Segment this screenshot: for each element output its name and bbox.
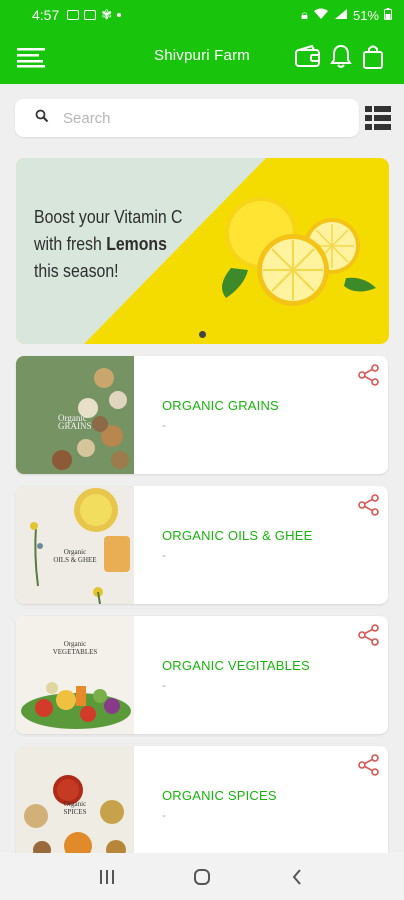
banner-text: Boost your Vitamin C with fresh Lemons t… <box>34 204 201 285</box>
gallery-icon <box>67 10 80 20</box>
category-subtitle: - <box>162 548 166 562</box>
shopping-bag-icon[interactable] <box>357 42 389 72</box>
home-icon[interactable] <box>187 862 217 892</box>
banner-line-2-prefix: with fresh <box>34 234 107 254</box>
bell-icon[interactable] <box>325 42 357 72</box>
spices-thumb-title: Organic <box>63 800 87 808</box>
search-icon <box>35 109 49 128</box>
share-icon[interactable] <box>358 624 380 646</box>
category-name: ORGANIC SPICES <box>162 788 277 803</box>
search-input[interactable] <box>63 109 313 127</box>
battery-icon <box>384 7 392 23</box>
system-nav-bar <box>0 853 404 900</box>
category-image-vegetables: Organic VEGETABLES <box>16 616 134 734</box>
status-notification-icons: ✾ <box>67 7 122 23</box>
banner-line-1: Boost your Vitamin C <box>34 207 183 227</box>
share-icon[interactable] <box>358 754 380 776</box>
recent-apps-icon[interactable] <box>92 862 122 892</box>
oils-thumb-title: Organic <box>63 548 87 556</box>
signal-icon <box>334 8 348 23</box>
category-name: ORGANIC VEGITABLES <box>162 658 310 673</box>
status-time: 4:57 <box>32 7 60 23</box>
search-bar[interactable] <box>15 99 359 137</box>
promo-banner[interactable]: Boost your Vitamin C with fresh Lemons t… <box>16 158 389 344</box>
category-card-oils-ghee[interactable]: Organic OILS & GHEE ORGANIC OILS & GHEE … <box>16 486 388 604</box>
app-bar: Shivpuri Farm <box>0 30 404 84</box>
more-dot-icon <box>117 13 122 17</box>
category-card-spices[interactable]: Organic SPICES ORGANIC SPICES - <box>16 746 388 864</box>
share-icon[interactable] <box>358 494 380 516</box>
share-icon[interactable] <box>358 364 380 386</box>
carousel-indicator[interactable] <box>199 331 206 338</box>
grid-view-icon[interactable] <box>365 106 391 130</box>
category-image-spices: Organic SPICES <box>16 746 134 864</box>
lock-icon: 🔒︎ <box>301 7 308 22</box>
grains-thumb-sub: GRAINS <box>58 421 92 431</box>
message-icon <box>84 10 97 20</box>
status-bar: 4:57 ✾ 🔒︎ 51% <box>0 0 404 30</box>
back-icon[interactable] <box>282 862 312 892</box>
settings-icon: ✾ <box>101 7 113 22</box>
banner-line-3: this season! <box>34 261 119 281</box>
battery-percent: 51% <box>352 7 379 23</box>
category-subtitle: - <box>162 418 166 432</box>
wifi-icon <box>313 8 329 23</box>
category-subtitle: - <box>162 808 166 822</box>
banner-highlight: Lemons <box>106 234 167 254</box>
category-subtitle: - <box>162 678 166 692</box>
category-image-grains: Organic GRAINS <box>16 356 134 474</box>
oils-thumb-sub: OILS & GHEE <box>53 556 97 564</box>
status-right: 🔒︎ 51% <box>301 7 392 23</box>
category-name: ORGANIC OILS & GHEE <box>162 528 313 543</box>
banner-line-2: with fresh Lemons <box>34 231 201 258</box>
vegetables-thumb-sub: VEGETABLES <box>52 648 98 656</box>
category-card-grains[interactable]: Organic GRAINS ORGANIC GRAINS - <box>16 356 388 474</box>
vegetables-thumb-title: Organic <box>63 640 87 648</box>
spices-thumb-sub: SPICES <box>63 808 87 816</box>
category-image-oils-ghee: Organic OILS & GHEE <box>16 486 134 604</box>
category-name: ORGANIC GRAINS <box>162 398 279 413</box>
wallet-icon[interactable] <box>292 42 324 72</box>
category-card-vegetables[interactable]: Organic VEGETABLES ORGANIC VEGITABLES - <box>16 616 388 734</box>
